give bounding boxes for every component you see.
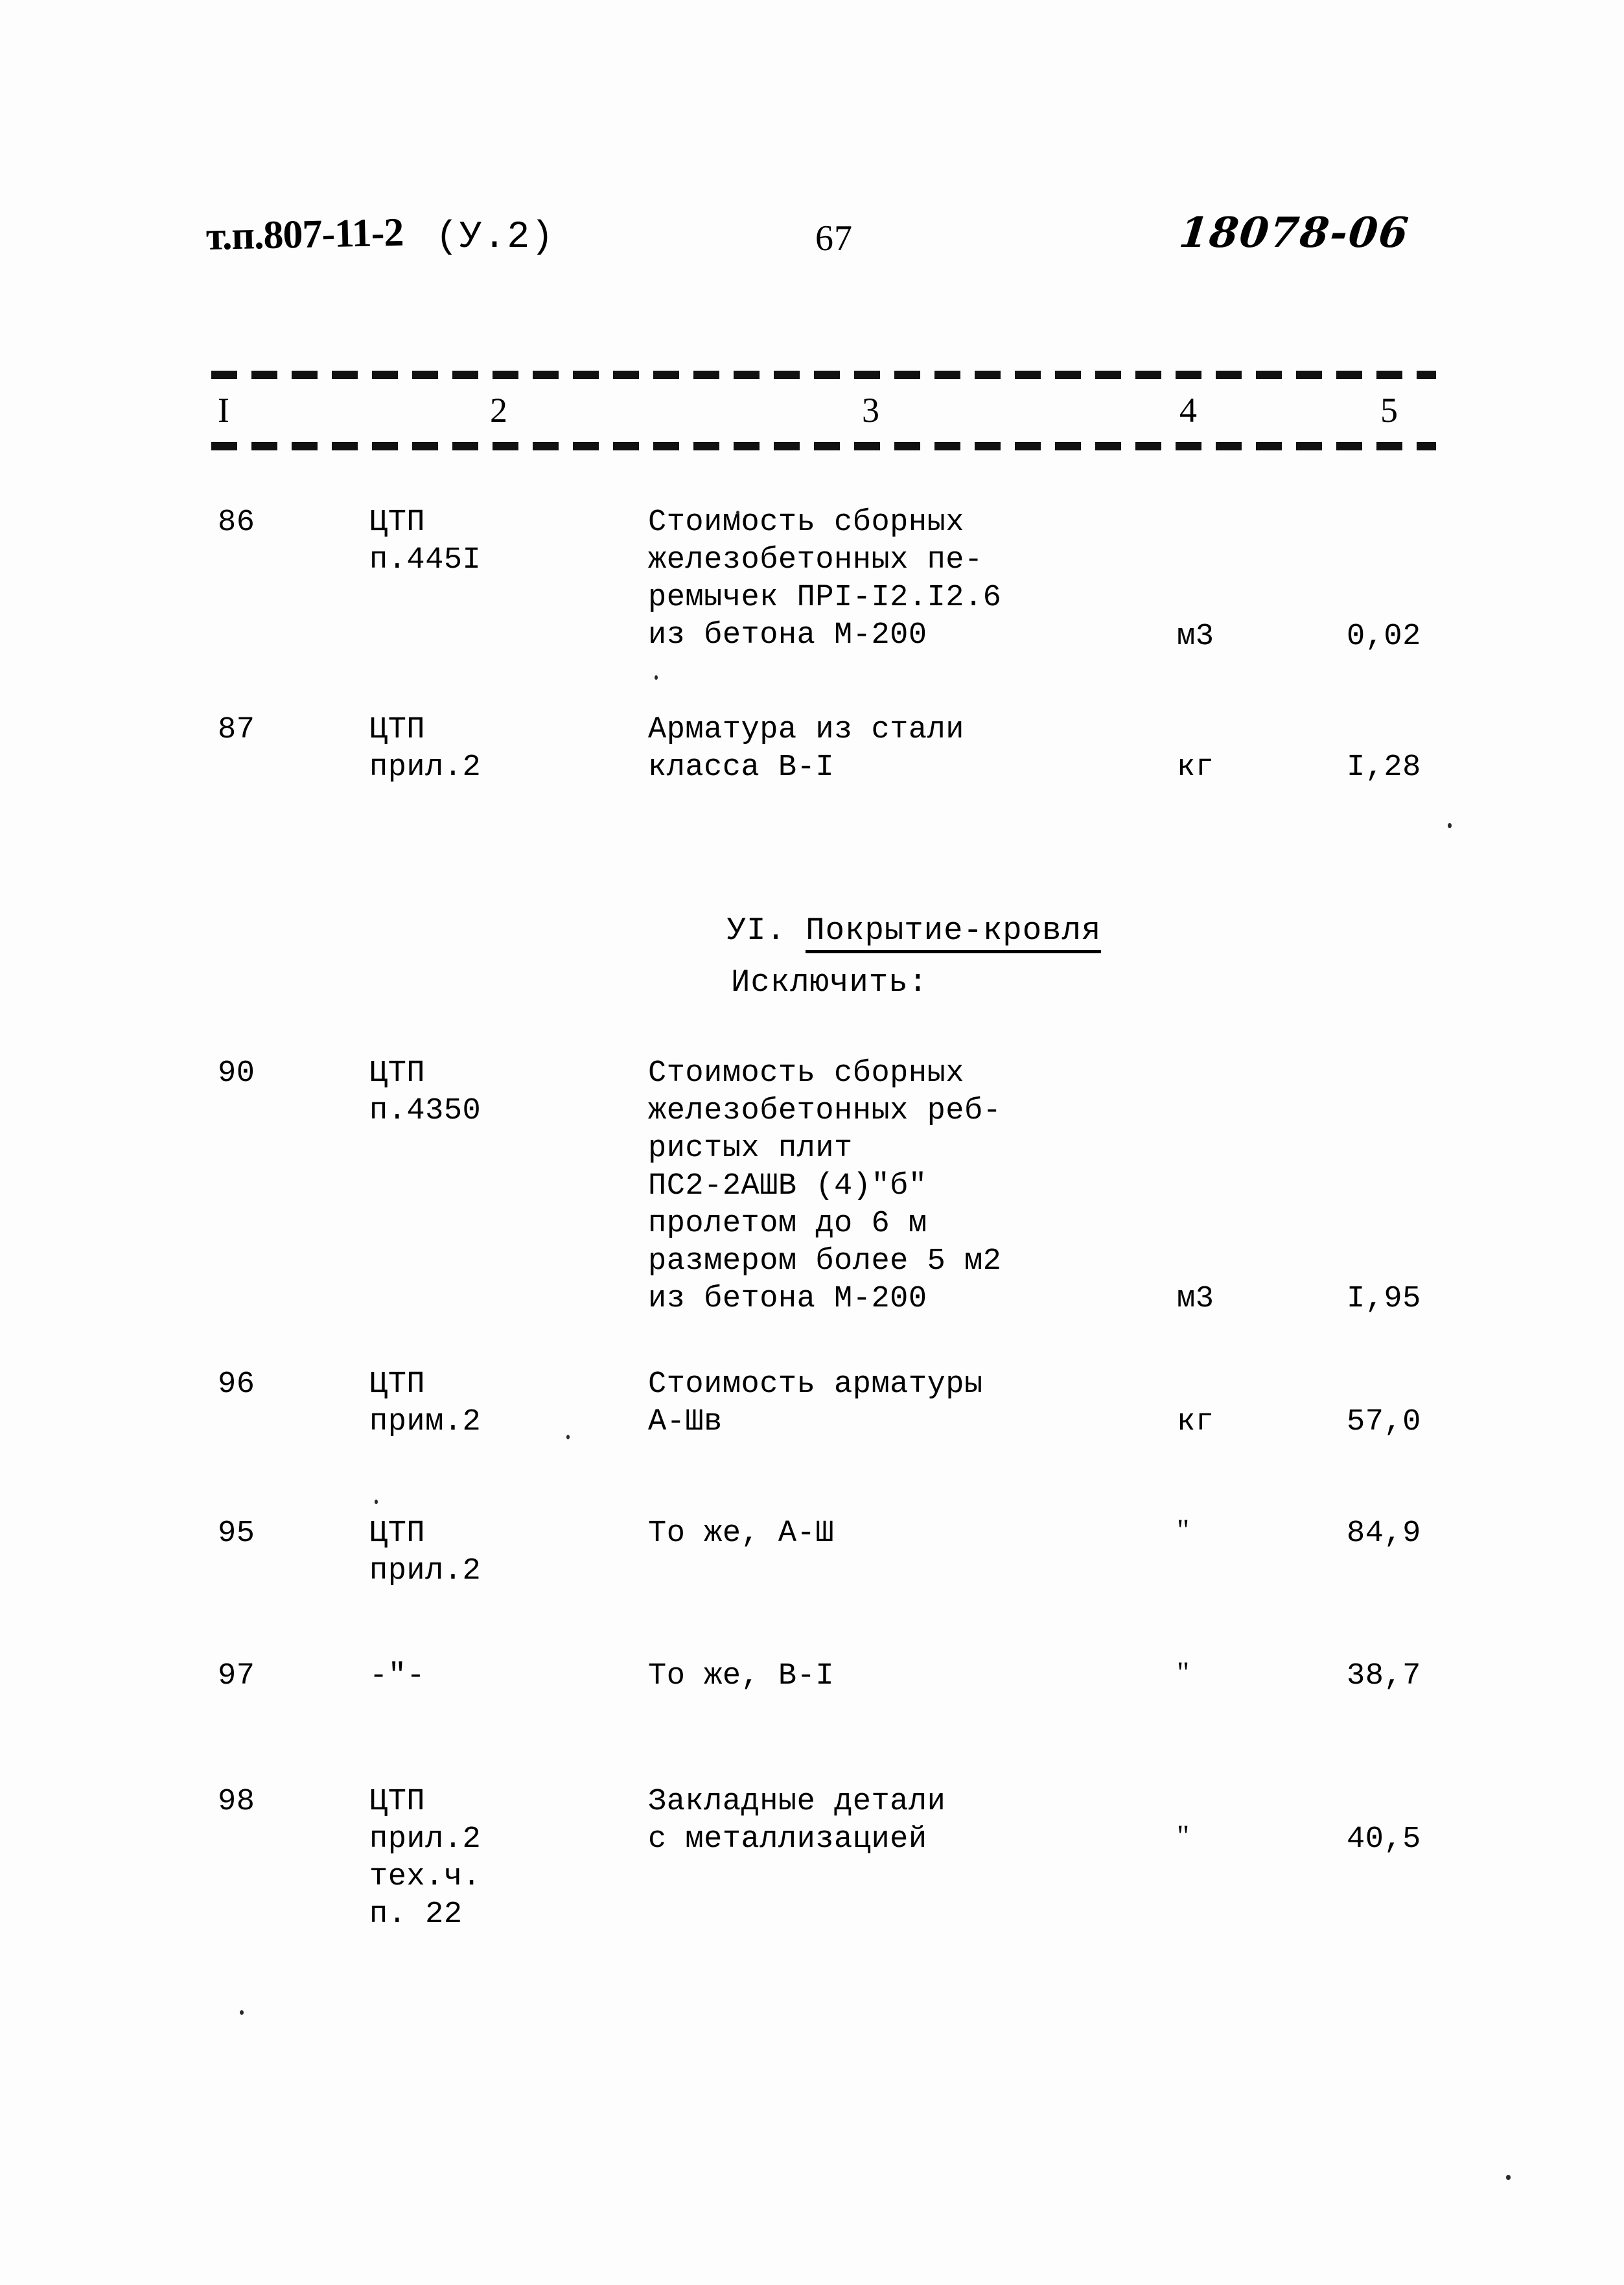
row-unit: " (1177, 1656, 1190, 1689)
row-unit: кг (1177, 750, 1214, 785)
row-description: Стоимость арматуры А-Шв (648, 1367, 983, 1439)
scan-speck (240, 2010, 244, 2015)
series-code: т.п.807-11-2 (205, 210, 404, 259)
column-header-2: 2 (490, 391, 507, 430)
row-unit: м3 (1177, 1282, 1214, 1316)
row-reference: ЦТП прим.2 (369, 1367, 481, 1439)
scan-speck (1506, 2175, 1511, 2180)
section-instruction: Исключить: (731, 964, 929, 1001)
row-quantity: I,28 (1347, 750, 1421, 785)
row-description: То же, В-I (648, 1659, 835, 1693)
scan-speck (736, 511, 739, 515)
row-unit: " (1177, 1819, 1190, 1853)
row-reference: ЦТП прил.2 (369, 1516, 481, 1588)
row-number: 90 (218, 1056, 255, 1091)
row-quantity: I,95 (1347, 1282, 1421, 1316)
row-number: 95 (218, 1516, 255, 1551)
variant-label: (У.2) (435, 216, 555, 259)
row-description: Закладные детали с металлизацией (648, 1785, 946, 1857)
row-number: 97 (218, 1659, 255, 1693)
row-reference: ЦТП п.4350 (369, 1056, 481, 1128)
column-header-4: 4 (1179, 391, 1197, 430)
row-quantity: 0,02 (1347, 620, 1421, 654)
row-description: Стоимость сборных железобетонных пе- рем… (648, 505, 1002, 653)
scan-speck (1448, 823, 1452, 828)
row-unit: кг (1177, 1405, 1214, 1439)
column-header-5: 5 (1380, 391, 1398, 430)
row-unit: м3 (1177, 620, 1214, 654)
row-number: 87 (218, 713, 255, 747)
row-reference: ЦТП прил.2 (369, 713, 481, 785)
page-number: 67 (815, 218, 853, 259)
archive-stamp: 18078-06 (1177, 209, 1412, 257)
column-header-1: I (218, 391, 229, 430)
row-number: 86 (218, 505, 255, 540)
row-quantity: 57,0 (1347, 1405, 1421, 1439)
row-reference: ЦТП п.445I (369, 505, 481, 577)
scan-speck (375, 1500, 378, 1504)
row-number: 96 (218, 1367, 255, 1402)
scan-speck (566, 1435, 570, 1439)
scanned-document-page: т.п.807-11-2 (У.2) 67 18078-06 I 2 3 4 5… (0, 0, 1624, 2285)
column-header-3: 3 (862, 391, 879, 430)
row-quantity: 38,7 (1347, 1659, 1421, 1693)
row-description: Арматура из стали класса В-I (648, 713, 964, 785)
table-rule-bottom (211, 442, 1436, 450)
row-reference: -"- (369, 1659, 426, 1693)
row-unit: " (1177, 1513, 1190, 1547)
row-quantity: 40,5 (1347, 1822, 1421, 1857)
scan-speck (655, 675, 658, 680)
row-number: 98 (218, 1785, 255, 1819)
row-reference: ЦТП прил.2 тех.ч. п. 22 (369, 1785, 481, 1932)
table-rule-top (211, 371, 1436, 379)
section-number: УI. (726, 912, 786, 949)
row-quantity: 84,9 (1347, 1516, 1421, 1551)
row-description: То же, А-Ш (648, 1516, 835, 1551)
row-description: Стоимость сборных железобетонных реб- ри… (648, 1056, 1002, 1316)
section-title: Покрытие-кровля (806, 912, 1102, 953)
